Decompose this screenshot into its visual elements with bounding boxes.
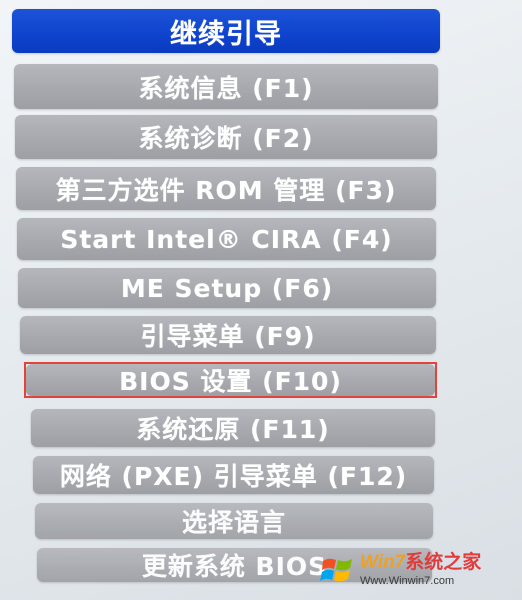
windows-flag-icon xyxy=(320,558,352,582)
boot-menu: 继续引导 系统信息 (F1) 系统诊断 (F2) 第三方选件 ROM 管理 (F… xyxy=(0,0,522,600)
watermark-title-cn: 系统之家 xyxy=(405,551,482,573)
me-setup-button[interactable]: ME Setup (F6) xyxy=(18,268,436,308)
bios-setup-button[interactable]: BIOS 设置 (F10) xyxy=(26,364,435,396)
system-diagnostics-button[interactable]: 系统诊断 (F2) xyxy=(15,115,437,159)
watermark-text: Win7系统之家 Www.Winwin7.com xyxy=(360,553,481,587)
select-language-button[interactable]: 选择语言 xyxy=(35,503,433,539)
system-information-button[interactable]: 系统信息 (F1) xyxy=(14,64,438,109)
system-recovery-button[interactable]: 系统还原 (F11) xyxy=(31,409,435,447)
watermark-title: Win7系统之家 xyxy=(360,551,482,573)
network-pxe-boot-menu-button[interactable]: 网络 (PXE) 引导菜单 (F12) xyxy=(33,456,434,494)
watermark-url: Www.Winwin7.com xyxy=(360,575,455,587)
start-intel-cira-button[interactable]: Start Intel® CIRA (F4) xyxy=(17,218,436,260)
watermark-title-latin: Win7 xyxy=(360,552,406,573)
continue-boot-button[interactable]: 继续引导 xyxy=(12,9,440,53)
boot-menu-button[interactable]: 引导菜单 (F9) xyxy=(20,316,436,354)
third-party-option-rom-button[interactable]: 第三方选件 ROM 管理 (F3) xyxy=(16,167,436,210)
site-watermark: Win7系统之家 Www.Winwin7.com xyxy=(320,546,516,594)
